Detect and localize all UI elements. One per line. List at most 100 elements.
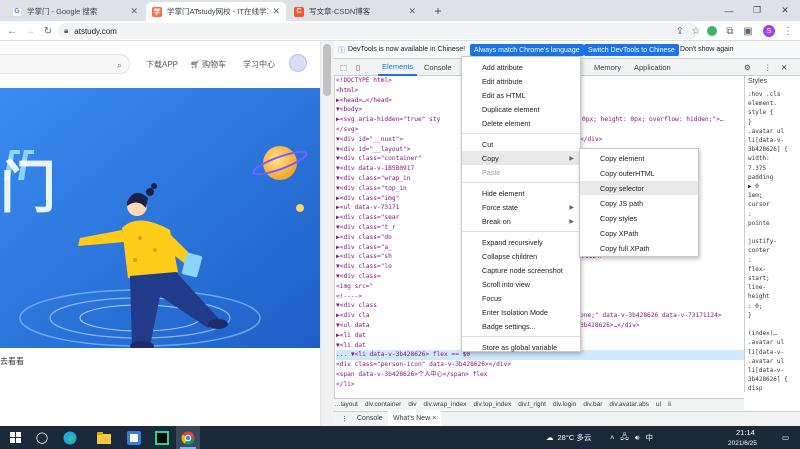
breadcrumb-item[interactable]: div.container — [365, 401, 401, 408]
weather-widget[interactable]: ☁ 28°C 多云 — [546, 426, 591, 449]
download-app-link[interactable]: 下载APP — [146, 59, 178, 70]
tray-icons[interactable]: ˄ 🖧︎ 🔊︎ 中 — [610, 426, 659, 449]
menu-item-hide-element[interactable]: Hide element — [462, 186, 580, 200]
submenu-item-copy-styles[interactable]: Copy styles — [580, 211, 698, 225]
menu-item-edit-attribute[interactable]: Edit attribute — [462, 74, 580, 88]
styles-pane[interactable]: :hov .cls element. style {} .avatar ul li[da… — [744, 76, 800, 392]
submenu-item-copy-selector[interactable]: Copy selector — [580, 181, 698, 195]
tab-google-search[interactable]: G 学掌门 - Google 搜索 ✕ — [6, 2, 144, 21]
volume-icon[interactable]: 🔊︎ — [635, 433, 640, 443]
hero-banner[interactable]: 门 — [0, 88, 320, 348]
chevron-up-icon[interactable]: ˄ — [610, 433, 614, 442]
breadcrumb-item[interactable]: div.t_right — [518, 401, 546, 408]
menu-item-scroll-into-view[interactable]: Scroll into view — [462, 277, 580, 291]
reload-icon[interactable]: ↻ — [40, 21, 56, 41]
menu-item-add-attribute[interactable]: Add attribute — [462, 60, 580, 74]
dom-node[interactable]: <span data-v-3b428626>个人中心</span> flex — [336, 370, 744, 380]
restore-icon[interactable]: ❐ — [743, 0, 771, 21]
menu-item-badge-settings[interactable]: Badge settings... — [462, 319, 580, 333]
dom-node[interactable]: <div class="person-icon" data-v-3b428626… — [336, 360, 744, 370]
network-icon[interactable]: 🖧︎ — [620, 431, 628, 444]
menu-item-capture-node-screenshot[interactable]: Capture node screenshot — [462, 263, 580, 277]
profile-avatar-icon[interactable]: S — [763, 25, 775, 37]
close-icon[interactable]: ✕ — [130, 6, 138, 17]
menu-item-copy[interactable]: Copy ▶ — [462, 151, 580, 165]
breadcrumb-item[interactable]: div.login — [553, 401, 576, 408]
menu-item-force-state[interactable]: Force state ▶ — [462, 200, 580, 214]
settings-icon[interactable]: ⚙ — [740, 59, 755, 76]
search-icon[interactable]: ◯ — [30, 426, 54, 449]
breadcrumb-item[interactable]: ul — [656, 401, 661, 408]
avatar[interactable] — [289, 54, 307, 72]
styles-tab[interactable]: Styles — [748, 78, 768, 85]
close-window-icon[interactable]: ✕ — [771, 0, 799, 21]
tab-memory[interactable]: Memory — [590, 59, 625, 76]
close-devtools-icon[interactable]: ✕ — [777, 59, 791, 76]
search-icon[interactable]: ⌕ — [117, 60, 122, 71]
edge-icon[interactable] — [58, 426, 82, 449]
menu-item-enter-isolation-mode[interactable]: Enter Isolation Mode — [462, 305, 580, 319]
breadcrumb-item[interactable]: div.wrap_index — [424, 401, 467, 408]
star-icon[interactable]: ☆ — [688, 23, 704, 39]
pycharm-icon[interactable] — [150, 426, 174, 449]
menu-icon[interactable]: ⋮ — [780, 21, 796, 41]
app-icon[interactable] — [122, 426, 146, 449]
menu-item-break-on[interactable]: Break on ▶ — [462, 214, 580, 228]
menu-item-expand-recursively[interactable]: Expand recursively — [462, 235, 580, 249]
breadcrumb-item[interactable]: …layout — [334, 401, 358, 408]
menu-item-edit-as-html[interactable]: Edit as HTML — [462, 88, 580, 102]
more-icon[interactable]: ⋮ — [760, 59, 776, 76]
submenu-item-copy-xpath[interactable]: Copy XPath — [580, 226, 698, 240]
forward-icon[interactable]: → — [22, 21, 38, 41]
inspect-icon[interactable]: ⬚ — [336, 59, 351, 76]
cart-link[interactable]: 🛒︎ 购物车 — [190, 59, 226, 70]
tab-application[interactable]: Application — [630, 59, 675, 76]
match-language-button[interactable]: Always match Chrome's language — [470, 44, 584, 56]
address-bar[interactable]: 🔒︎ atstudy.com — [58, 23, 698, 39]
breadcrumb-item[interactable]: div.avatar.abs — [609, 401, 649, 408]
learning-center-link[interactable]: 学习中心 — [243, 59, 275, 70]
device-toolbar-icon[interactable]: ▯ — [352, 59, 364, 76]
ime-indicator[interactable]: 中 — [646, 432, 654, 443]
submenu-item-copy-full-xpath[interactable]: Copy full XPath — [580, 241, 698, 255]
back-icon[interactable]: ← — [4, 21, 20, 41]
windows-start-icon[interactable] — [4, 426, 28, 449]
chrome-icon[interactable] — [176, 426, 200, 449]
site-search-input[interactable] — [0, 54, 130, 74]
clock-date[interactable]: 2021/6/25 — [728, 437, 757, 449]
drawer-menu-icon[interactable]: ⋮ — [336, 411, 353, 426]
tab-console[interactable]: Console — [420, 59, 456, 76]
breadcrumb-item[interactable]: li — [668, 401, 671, 408]
menu-item-duplicate-element[interactable]: Duplicate element — [462, 102, 580, 116]
share-icon[interactable]: ⇪ — [672, 23, 688, 39]
media-icon[interactable]: ▣ — [740, 21, 756, 41]
menu-item-paste[interactable]: Paste — [462, 165, 580, 179]
notification-icon[interactable]: ▭ — [782, 426, 789, 449]
tab-atstudy[interactable]: 学 学掌门ATstudy网校 - IT在线学习 ✕ — [146, 2, 286, 21]
menu-item-cut[interactable]: Cut — [462, 137, 580, 151]
tab-csdn[interactable]: C 写文章-CSDN博客 ✕ — [288, 2, 422, 21]
breadcrumb-item[interactable]: div — [408, 401, 416, 408]
new-tab-button[interactable]: + — [424, 0, 452, 21]
extension-puzzle-icon[interactable]: ⧉ — [722, 21, 738, 41]
menu-item-delete-element[interactable]: Delete element — [462, 116, 580, 130]
page-scroll-thumb[interactable] — [323, 44, 331, 96]
go-see-link[interactable]: 去看看 — [0, 356, 24, 367]
menu-item-store-as-global-variable[interactable]: Store as global variable — [462, 340, 580, 354]
menu-item-collapse-children[interactable]: Collapse children — [462, 249, 580, 263]
breadcrumb-item[interactable]: div.top_index — [473, 401, 511, 408]
switch-chinese-button[interactable]: Switch DevTools to Chinese — [584, 44, 679, 56]
submenu-item-copy-js-path[interactable]: Copy JS path — [580, 196, 698, 210]
dont-show-again-link[interactable]: Don't show again — [680, 46, 733, 53]
submenu-item-copy-element[interactable]: Copy element — [580, 151, 698, 165]
dom-node[interactable]: </li> — [336, 380, 744, 390]
minimize-icon[interactable]: — — [715, 0, 743, 21]
menu-item-focus[interactable]: Focus — [462, 291, 580, 305]
breadcrumb-item[interactable]: div.bar — [583, 401, 602, 408]
page-scrollbar[interactable] — [320, 41, 334, 426]
extension-icon[interactable] — [707, 26, 717, 36]
drawer-tab-console[interactable]: Console — [352, 411, 388, 426]
close-icon[interactable]: ✕ — [408, 6, 416, 17]
submenu-item-copy-outerhtml[interactable]: Copy outerHTML — [580, 166, 698, 180]
close-icon[interactable]: ✕ — [272, 6, 280, 17]
